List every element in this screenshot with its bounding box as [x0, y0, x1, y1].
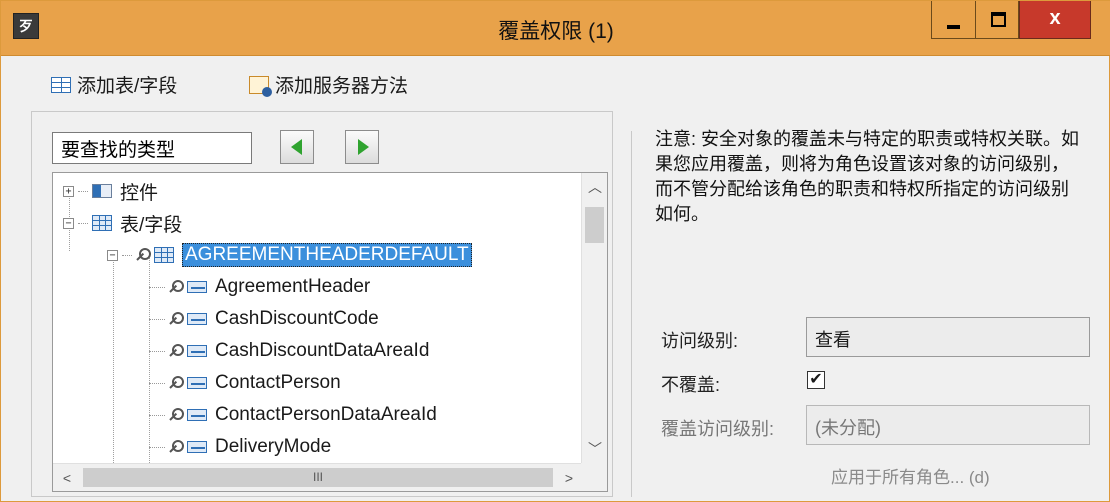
- key-icon: [169, 343, 185, 359]
- access-level-field: 查看: [806, 317, 1090, 357]
- access-level-label: 访问级别:: [661, 331, 739, 351]
- find-type-input[interactable]: [52, 132, 252, 164]
- collapse-icon[interactable]: −: [63, 217, 74, 229]
- scroll-up-icon[interactable]: ︿: [582, 173, 607, 201]
- tree-item-field[interactable]: CashDiscountDataAreaId: [149, 335, 429, 367]
- field-icon: [187, 281, 207, 293]
- key-icon: [136, 247, 152, 263]
- tree-item-tables-fields[interactable]: − 表/字段: [63, 207, 182, 239]
- close-icon: x: [1049, 7, 1061, 29]
- table-icon: [154, 247, 174, 263]
- add-table-field-button[interactable]: 添加表/字段: [51, 71, 177, 98]
- find-previous-button[interactable]: [280, 130, 314, 164]
- note-text: 注意: 安全对象的覆盖未与特定的职责或特权关联。如果您应用覆盖，则将为角色设置该…: [655, 129, 1079, 224]
- tree-item-label: ContactPerson: [215, 372, 341, 393]
- table-icon: [51, 76, 71, 93]
- scroll-thumb[interactable]: III: [83, 468, 553, 487]
- tree-item-field[interactable]: AgreementHeader: [149, 271, 370, 303]
- no-override-label: 不覆盖:: [661, 375, 721, 395]
- key-icon: [169, 375, 185, 391]
- field-icon: [187, 345, 207, 357]
- add-server-method-label: 添加服务器方法: [275, 76, 409, 97]
- tree-item-controls[interactable]: + 控件: [63, 175, 158, 207]
- scroll-right-icon[interactable]: >: [555, 464, 583, 491]
- scroll-thumb[interactable]: [585, 207, 604, 243]
- tree-item-label: AgreementHeader: [215, 276, 371, 297]
- tree-connector: [149, 318, 165, 320]
- tree-item-field[interactable]: CashDiscountCode: [149, 303, 379, 335]
- tree-item-label: CashDiscountCode: [215, 308, 379, 329]
- key-icon: [169, 311, 185, 327]
- tree-item-label: ContactPersonDataAreaId: [215, 404, 437, 425]
- tree-item-label: 表/字段: [120, 214, 183, 236]
- no-override-checkbox[interactable]: ✔: [807, 371, 825, 389]
- tree-guide: [113, 255, 114, 485]
- apply-to-all-roles-button[interactable]: 应用于所有角色... (d): [831, 463, 990, 488]
- tree-connector: [78, 190, 88, 192]
- field-icon: [187, 441, 207, 453]
- horizontal-scrollbar[interactable]: < III >: [53, 463, 607, 491]
- toolbar: 添加表/字段 添加服务器方法: [1, 57, 1110, 109]
- tree-connector: [149, 382, 165, 384]
- add-server-method-button[interactable]: 添加服务器方法: [249, 71, 408, 98]
- field-icon: [187, 377, 207, 389]
- table-icon: [92, 215, 112, 231]
- vertical-scrollbar[interactable]: ︿ ﹀: [581, 173, 607, 463]
- field-icon: [187, 313, 207, 325]
- expand-icon[interactable]: +: [63, 185, 74, 197]
- title-bar: 歹 覆盖权限 (1) x: [1, 1, 1110, 56]
- tree-item-label: AGREEMENTHEADERDEFAULT: [182, 243, 472, 267]
- tree-connector: [149, 350, 165, 352]
- override-access-level-select[interactable]: (未分配): [806, 405, 1090, 445]
- tree-item-label: CashDiscountDataAreaId: [215, 340, 430, 361]
- tree-item-field[interactable]: ContactPersonDataAreaId: [149, 399, 437, 431]
- tree-item-label: DeliveryMode: [215, 436, 332, 457]
- server-method-icon: [249, 75, 272, 97]
- tree-connector: [149, 414, 165, 416]
- panel-divider: [631, 131, 632, 497]
- tree-item-label: 控件: [120, 182, 159, 204]
- key-icon: [169, 279, 185, 295]
- tree-connector: [149, 446, 165, 448]
- find-next-button[interactable]: [345, 130, 379, 164]
- scroll-left-icon[interactable]: <: [53, 464, 81, 491]
- object-browser-panel: + 控件 − 表/字段 − AGREEMENTHEADERDEFAULT: [31, 111, 613, 497]
- scrollbar-corner: [581, 463, 607, 491]
- control-icon: [92, 184, 112, 198]
- add-table-field-label: 添加表/字段: [77, 76, 178, 97]
- field-icon: [187, 409, 207, 421]
- close-button[interactable]: x: [1019, 1, 1091, 39]
- collapse-icon[interactable]: −: [107, 249, 118, 261]
- minimize-button[interactable]: [931, 1, 975, 39]
- key-icon: [169, 439, 185, 455]
- key-icon: [169, 407, 185, 423]
- override-access-level-label: 覆盖访问级别:: [661, 419, 775, 439]
- tree-connector: [78, 222, 88, 224]
- tree-connector: [149, 286, 165, 288]
- tree-connector: [122, 254, 132, 256]
- tree-item-agreementheaderdefault[interactable]: − AGREEMENTHEADERDEFAULT: [107, 239, 472, 271]
- tree-item-field[interactable]: DeliveryMode: [149, 431, 331, 463]
- maximize-button[interactable]: [975, 1, 1019, 39]
- security-object-tree[interactable]: + 控件 − 表/字段 − AGREEMENTHEADERDEFAULT Agr…: [52, 172, 608, 492]
- tree-item-field[interactable]: ContactPerson: [149, 367, 341, 399]
- scroll-down-icon[interactable]: ﹀: [582, 435, 607, 463]
- override-permissions-window: 歹 覆盖权限 (1) x 添加表/字段 添加服务器方法 + 控件: [0, 0, 1110, 502]
